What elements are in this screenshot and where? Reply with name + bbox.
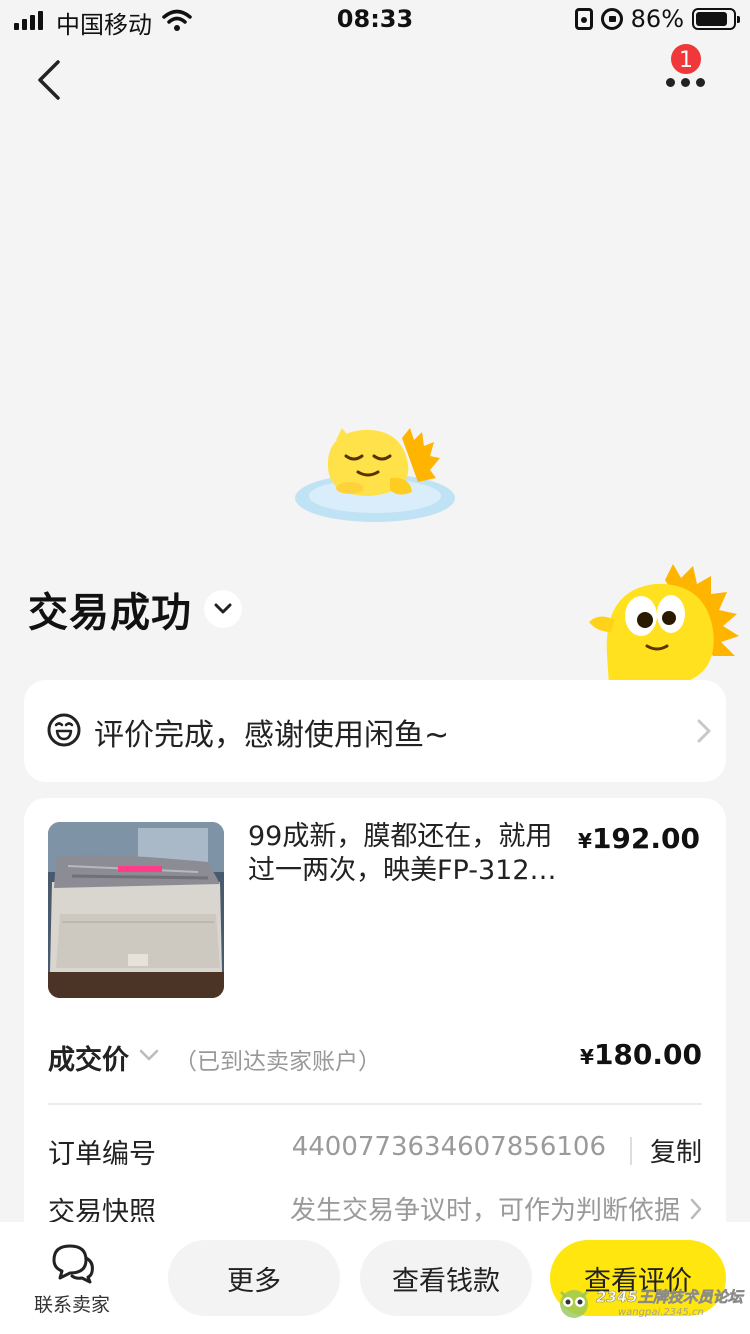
view-money-button[interactable]: 查看钱款 [360, 1240, 532, 1316]
review-complete-banner[interactable]: 评价完成，感谢使用闲鱼~ [24, 680, 726, 782]
product-title[interactable]: 99成新，膜都还在，就用过一两次，映美FP-312… [248, 820, 578, 888]
currency-symbol: ¥ [578, 829, 592, 853]
page-title: 交易成功 [28, 590, 192, 636]
fish-mascot-illustration [295, 428, 455, 522]
printer-photo [48, 822, 224, 998]
divider [630, 1137, 632, 1165]
contact-seller-button[interactable]: 联系卖家 [22, 1242, 122, 1322]
divider [48, 1103, 702, 1105]
more-dots-icon [666, 78, 705, 87]
status-expand-button[interactable] [204, 590, 242, 628]
order-number-row: 订单编号 4400773634607856106 复制 [48, 1128, 702, 1172]
product-price: ¥192.00 [578, 822, 700, 855]
order-card: 99成新，膜都还在，就用过一两次，映美FP-312… ¥192.00 成交价 （… [24, 798, 726, 1258]
chevron-down-icon [214, 603, 232, 614]
chat-bubbles-icon [52, 1244, 94, 1284]
contact-seller-label: 联系卖家 [33, 1294, 110, 1316]
copy-order-number-button[interactable]: 复制 [650, 1132, 702, 1169]
deal-price: ¥180.00 [580, 1038, 702, 1071]
smiley-face-icon [47, 713, 81, 747]
title-row: 交易成功 [28, 580, 242, 638]
lock-icon [574, 8, 593, 30]
deal-price-row: 成交价 （已到达卖家账户） ¥180.00 [48, 1036, 702, 1076]
product-thumbnail[interactable] [48, 822, 224, 998]
view-review-button[interactable]: 查看评价 [550, 1240, 726, 1316]
back-arrow-icon [38, 60, 60, 100]
notification-badge: 1 [669, 42, 703, 76]
bottom-action-bar: 联系卖家 更多 查看钱款 查看评价 [0, 1222, 750, 1334]
chevron-right-icon [690, 1198, 702, 1220]
battery-icon [692, 8, 740, 30]
orientation-lock-icon [600, 8, 623, 30]
back-button[interactable] [30, 56, 70, 104]
chevron-right-icon [697, 719, 711, 743]
deal-price-note: （已到达卖家账户） [174, 1049, 381, 1075]
order-number-label: 订单编号 [48, 1139, 156, 1170]
chevron-down-icon[interactable] [138, 1048, 160, 1062]
review-complete-text: 评价完成，感谢使用闲鱼~ [94, 718, 450, 753]
battery-percent: 86% [630, 5, 684, 33]
status-bar: 中国移动 08:33 86% [0, 0, 750, 40]
deal-price-value: 180.00 [593, 1038, 702, 1071]
more-actions-button[interactable]: 更多 [168, 1240, 340, 1316]
fish-mascot-waving-illustration [589, 564, 739, 685]
order-detail-page: 中国移动 08:33 86% 1 交易成功 评价完成，感谢使用闲鱼~ 99成新，… [0, 0, 750, 1334]
currency-symbol: ¥ [580, 1045, 594, 1069]
product-price-value: 192.00 [591, 822, 700, 855]
deal-price-label: 成交价 [48, 1045, 129, 1076]
status-right: 86% [574, 5, 740, 33]
order-number: 4400773634607856106 [291, 1132, 606, 1162]
